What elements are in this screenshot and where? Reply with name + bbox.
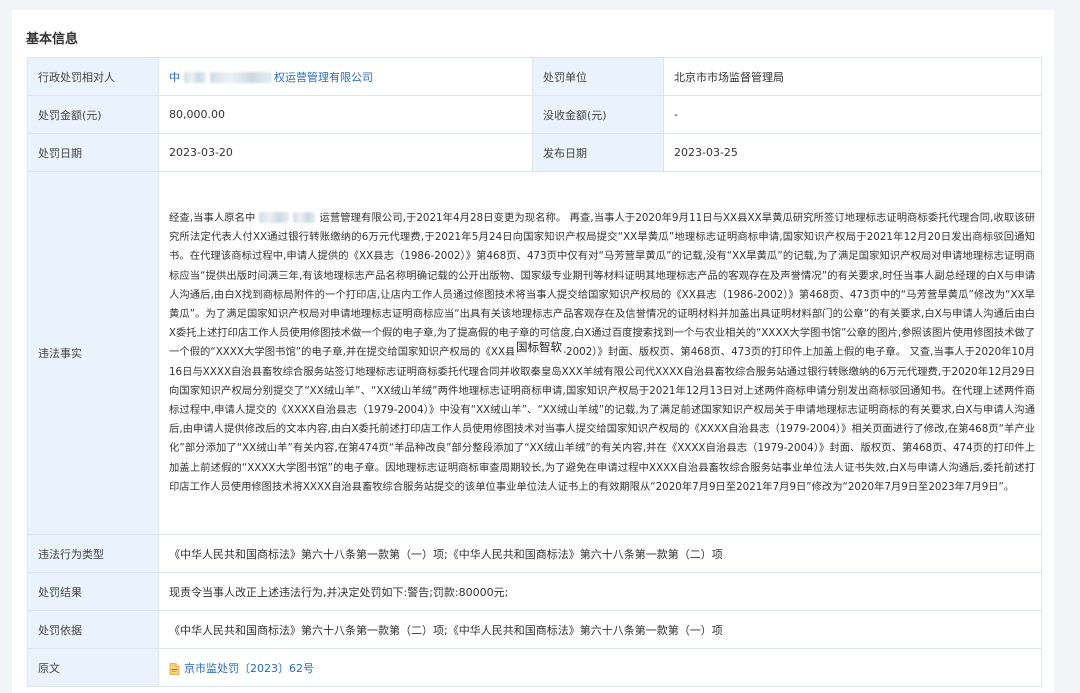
dept-label: 处罚单位 bbox=[532, 57, 664, 96]
table-row: 处罚依据 《中华人民共和国商标法》第六十八条第一款第（二）项;《中华人民共和国商… bbox=[27, 610, 1042, 649]
section-title: 基本信息 bbox=[26, 32, 79, 47]
redacted-text bbox=[184, 72, 206, 83]
company-link-suffix[interactable]: 权运营管理有限公司 bbox=[274, 71, 373, 84]
dept-value: 北京市市场监督管理局 bbox=[663, 57, 1042, 96]
facts-body: 运营管理有限公司,于2021年4月28日变更为现名称。 再查,当事人于2020年… bbox=[169, 211, 1035, 493]
amount-value: 80,000.00 bbox=[158, 95, 533, 134]
original-label: 原文 bbox=[27, 648, 159, 687]
table-row: 处罚日期 2023-03-20 发布日期 2023-03-25 bbox=[27, 133, 1042, 172]
document-icon bbox=[169, 662, 180, 675]
penalty-date-value: 2023-03-20 bbox=[158, 133, 533, 172]
table-row: 违法行为类型 《中华人民共和国商标法》第六十八条第一款第（一）项;《中华人民共和… bbox=[27, 534, 1042, 573]
penalty-date-label: 处罚日期 bbox=[27, 133, 159, 172]
publish-date-value: 2023-03-25 bbox=[663, 133, 1042, 172]
confiscation-value: - bbox=[663, 95, 1042, 134]
violation-type-value: 《中华人民共和国商标法》第六十八条第一款第（一）项;《中华人民共和国商标法》第六… bbox=[158, 534, 1042, 573]
table-row: 处罚金额(元) 80,000.00 没收金额(元) - bbox=[27, 95, 1042, 134]
facts-label: 违法事实 bbox=[27, 171, 159, 535]
basic-info-panel: 基本信息 行政处罚相对人 中 权运营管理有限公司 处罚单位 北京市市场监督管理局 … bbox=[12, 10, 1054, 693]
party-label: 行政处罚相对人 bbox=[27, 57, 159, 96]
table-row: 处罚结果 现责令当事人改正上述违法行为,并决定处罚如下:警告;罚款:80000元… bbox=[27, 572, 1042, 611]
table-row: 行政处罚相对人 中 权运营管理有限公司 处罚单位 北京市市场监督管理局 bbox=[27, 57, 1042, 96]
result-label: 处罚结果 bbox=[27, 572, 159, 611]
violation-type-label: 违法行为类型 bbox=[27, 534, 159, 573]
original-value[interactable]: 京市监处罚〔2023〕62号 bbox=[158, 648, 1042, 687]
table-row: 违法事实 经查,当事人原名中 运营管理有限公司,于2021年4月28日变更为现名称… bbox=[27, 171, 1042, 535]
basis-value: 《中华人民共和国商标法》第六十八条第一款第（二）项;《中华人民共和国商标法》第六… bbox=[158, 610, 1042, 649]
redacted-text bbox=[293, 212, 316, 224]
result-value: 现责令当事人改正上述违法行为,并决定处罚如下:警告;罚款:80000元; bbox=[158, 572, 1042, 611]
facts-prefix: 经查,当事人原名中 bbox=[169, 211, 256, 224]
company-link-prefix[interactable]: 中 bbox=[169, 71, 180, 84]
confiscation-label: 没收金额(元) bbox=[532, 95, 664, 134]
publish-date-label: 发布日期 bbox=[532, 133, 664, 172]
redacted-text bbox=[210, 72, 272, 83]
facts-value: 经查,当事人原名中 运营管理有限公司,于2021年4月28日变更为现名称。 再查,… bbox=[158, 171, 1042, 535]
basis-label: 处罚依据 bbox=[27, 610, 159, 649]
redacted-text bbox=[259, 212, 290, 224]
amount-label: 处罚金额(元) bbox=[27, 95, 159, 134]
party-value[interactable]: 中 权运营管理有限公司 bbox=[158, 57, 533, 96]
table-row: 原文 京市监处罚〔2023〕62号 bbox=[27, 648, 1042, 687]
watermark: 国标智软 bbox=[514, 338, 564, 358]
original-document-link[interactable]: 京市监处罚〔2023〕62号 bbox=[184, 662, 314, 675]
info-table: 行政处罚相对人 中 权运营管理有限公司 处罚单位 北京市市场监督管理局 处罚金额(… bbox=[27, 57, 1042, 687]
